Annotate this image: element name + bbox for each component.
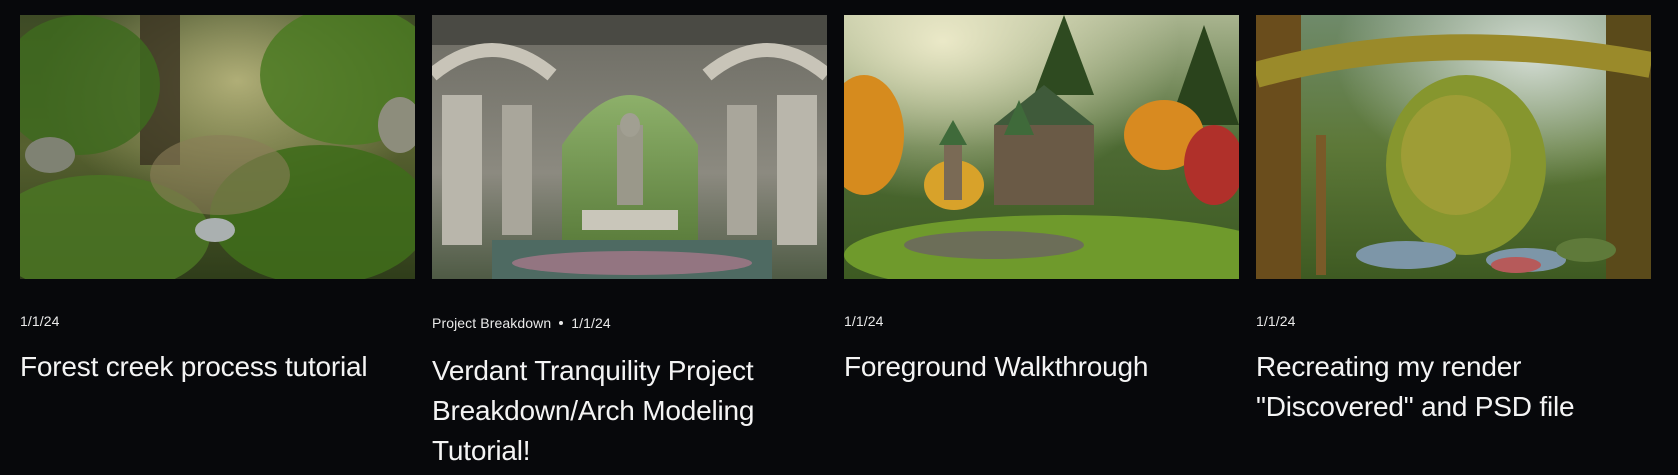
post-meta: Project Breakdown 1/1/24 xyxy=(432,315,827,331)
post-title[interactable]: Foreground Walkthrough xyxy=(844,347,1239,387)
post-thumbnail[interactable] xyxy=(20,15,415,279)
post-card[interactable]: 1/1/24 Foreground Walkthrough xyxy=(844,15,1239,471)
post-title[interactable]: Recreating my render "Discovered" and PS… xyxy=(1256,347,1651,427)
post-thumbnail[interactable] xyxy=(844,15,1239,279)
post-thumbnail[interactable] xyxy=(432,15,827,279)
post-title[interactable]: Verdant Tranquility Project Breakdown/Ar… xyxy=(432,351,827,471)
post-card[interactable]: 1/1/24 Recreating my render "Discovered"… xyxy=(1256,15,1651,471)
post-category[interactable]: Project Breakdown xyxy=(432,315,551,331)
post-meta: 1/1/24 xyxy=(20,313,415,329)
post-meta: 1/1/24 xyxy=(1256,313,1651,329)
post-date: 1/1/24 xyxy=(844,313,884,329)
post-meta: 1/1/24 xyxy=(844,313,1239,329)
post-date: 1/1/24 xyxy=(1256,313,1296,329)
post-thumbnail[interactable] xyxy=(1256,15,1651,279)
post-date: 1/1/24 xyxy=(20,313,60,329)
post-grid: 1/1/24 Forest creek process tutorial Pro… xyxy=(0,0,1678,471)
post-card[interactable]: Project Breakdown 1/1/24 Verdant Tranqui… xyxy=(432,15,827,471)
post-card[interactable]: 1/1/24 Forest creek process tutorial xyxy=(20,15,415,471)
separator-dot-icon xyxy=(559,321,564,325)
post-date: 1/1/24 xyxy=(571,315,611,331)
post-title[interactable]: Forest creek process tutorial xyxy=(20,347,415,387)
